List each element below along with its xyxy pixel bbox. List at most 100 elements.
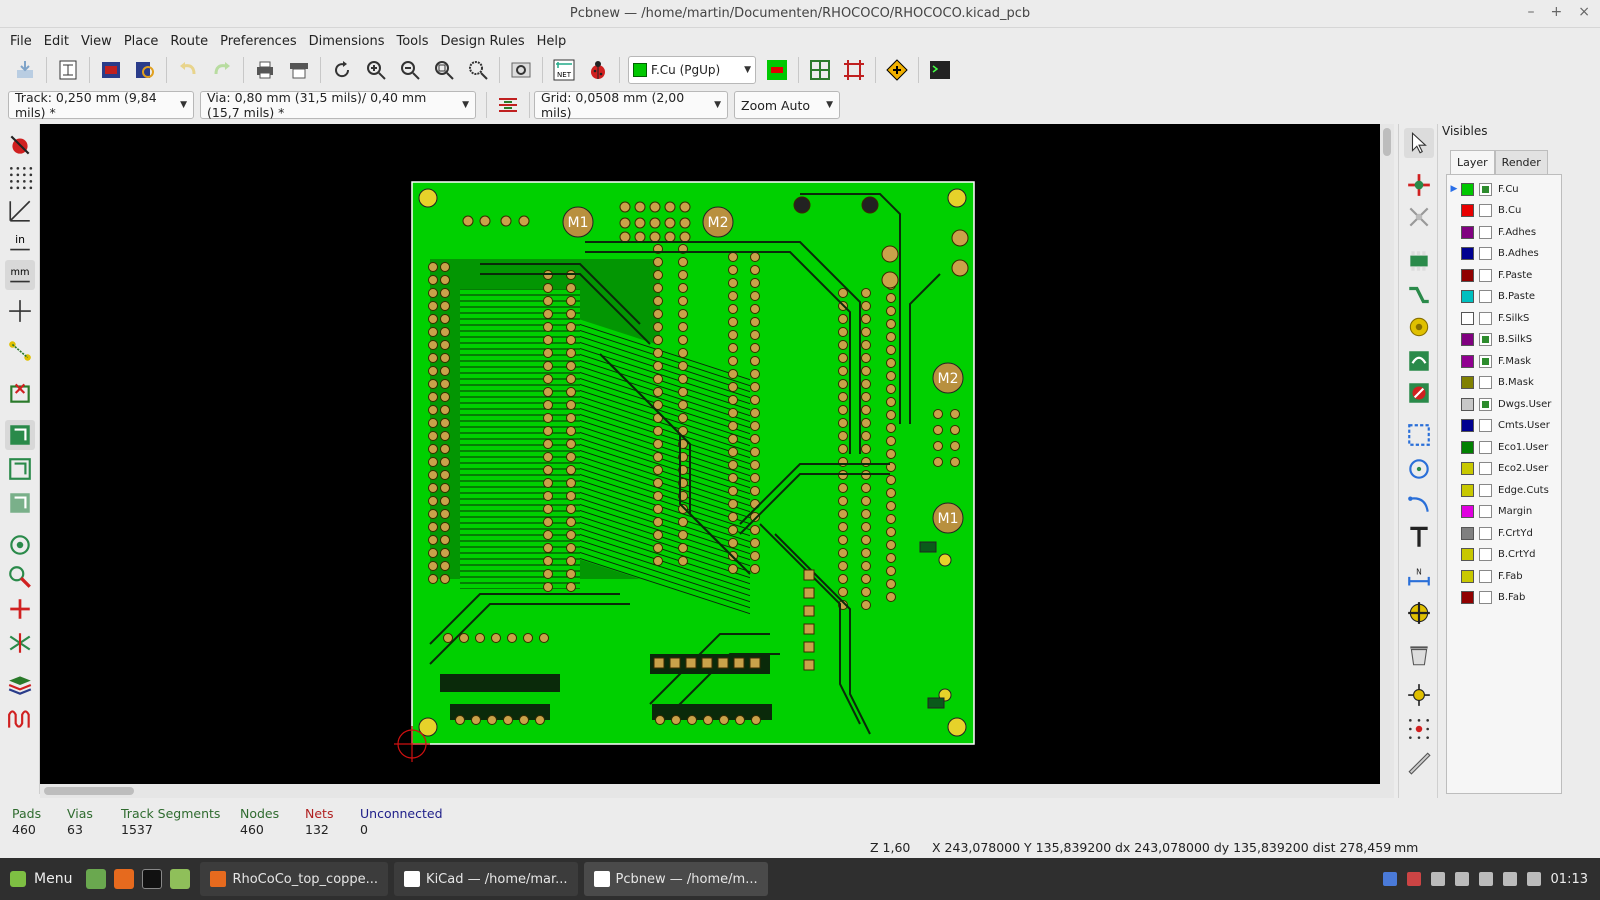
layer-color-swatch[interactable] [1461,182,1474,196]
layer-row[interactable]: F.Paste [1447,265,1563,285]
task-browser[interactable]: RhoCoCo_top_coppe... [200,862,389,896]
layer-color-swatch[interactable] [1461,591,1474,604]
push-router-button[interactable] [882,55,912,85]
vertical-scroll-thumb[interactable] [1383,128,1391,156]
layer-row[interactable]: Cmts.User [1447,416,1563,436]
add-via-button[interactable] [1404,312,1434,342]
add-target-button[interactable] [1404,598,1434,628]
grid-toggle-button[interactable] [5,162,35,192]
auto-track-width-button[interactable] [493,90,523,120]
layer-visibility-checkbox[interactable] [1479,247,1492,260]
layer-row[interactable]: Edge.Cuts [1447,480,1563,500]
layer-color-swatch[interactable] [1461,526,1474,540]
clock[interactable]: 01:13 [1551,872,1588,887]
user-icon[interactable] [1454,872,1469,886]
layer-color-swatch[interactable] [1461,225,1474,239]
files-icon[interactable] [170,869,191,889]
add-zone-button[interactable] [1404,346,1434,376]
route-track-button[interactable] [1404,280,1434,310]
menu-design-rules[interactable]: Design Rules [435,34,531,49]
microwave-tools-button[interactable] [805,55,835,85]
layers-manager-button[interactable] [5,670,35,700]
measure-tool-button[interactable] [1404,748,1434,778]
active-layer-select[interactable]: F.Cu (PgUp) ▼ [628,56,756,84]
add-footprint-button[interactable] [1404,246,1434,276]
layer-visibility-checkbox[interactable] [1479,462,1492,475]
redraw-button[interactable] [327,55,357,85]
page-settings-button[interactable] [53,55,83,85]
layer-row[interactable]: B.CrtYd [1447,545,1563,565]
layer-row[interactable]: Eco1.User [1447,437,1563,457]
layer-color-swatch[interactable] [1461,483,1474,497]
footprint-viewer-button[interactable] [130,55,160,85]
add-keepout-button[interactable] [1404,378,1434,408]
microwave-toolbar-button[interactable] [5,704,35,734]
layer-visibility-checkbox[interactable] [1479,569,1492,583]
polar-coords-button[interactable] [5,196,35,226]
drc-off-button[interactable] [5,130,35,160]
layer-visibility-checkbox[interactable] [1479,333,1492,346]
layer-color-swatch[interactable] [1461,290,1474,303]
layer-row[interactable]: F.CrtYd [1447,523,1563,543]
layer-visibility-checkbox[interactable] [1479,419,1492,432]
zoom-area-button[interactable] [463,55,493,85]
zoom-fit-button[interactable] [429,55,459,85]
tab-layer[interactable]: Layer [1450,150,1495,174]
menu-file[interactable]: File [4,34,38,49]
layer-row[interactable]: F.Mask [1447,351,1563,371]
zoom-in-button[interactable] [361,55,391,85]
layer-row[interactable]: B.Fab [1447,588,1563,608]
menu-place[interactable]: Place [118,34,165,49]
task-kicad[interactable]: KiCad — /home/mar... [394,862,578,896]
battery-icon[interactable] [1526,872,1541,886]
layer-pair-button[interactable] [762,55,792,85]
undo-button[interactable] [173,55,203,85]
layer-row[interactable]: B.Adhes [1447,244,1563,264]
keyboard-layout-icon[interactable] [1406,872,1421,886]
firefox-icon[interactable] [114,869,135,889]
highlight-net-button[interactable] [1404,170,1434,200]
show-zones-button[interactable] [5,420,35,450]
layer-color-swatch[interactable] [1461,462,1474,475]
layer-row[interactable]: F.SilkS [1447,308,1563,328]
task-pcbnew[interactable]: Pcbnew — /home/m... [583,862,768,896]
draw-arc-button[interactable] [1404,488,1434,518]
layer-visibility-checkbox[interactable] [1479,182,1492,196]
layer-row[interactable]: ▶ F.Cu [1447,179,1563,199]
units-inch-button[interactable]: in [5,228,35,258]
track-sketch-button[interactable] [5,594,35,624]
redo-button[interactable] [207,55,237,85]
draw-circle-button[interactable] [1404,454,1434,484]
layer-color-swatch[interactable] [1461,548,1474,561]
find-button[interactable] [506,55,536,85]
layer-color-swatch[interactable] [1461,354,1474,368]
menu-view[interactable]: View [75,34,118,49]
track-width-select[interactable]: Track: 0,250 mm (9,84 mils) * ▼ [8,90,194,120]
layer-row[interactable]: B.Mask [1447,373,1563,393]
layer-color-swatch[interactable] [1461,204,1474,217]
volume-icon[interactable] [1502,872,1517,886]
layer-color-swatch[interactable] [1461,440,1474,454]
minimize-icon[interactable]: – [1528,4,1535,20]
layer-color-swatch[interactable] [1461,247,1474,260]
netlist-button[interactable]: NET [549,55,579,85]
layer-visibility-checkbox[interactable] [1479,311,1492,325]
grid-select[interactable]: Grid: 0,0508 mm (2,00 mils) ▼ [534,90,728,120]
menu-tools[interactable]: Tools [390,34,434,49]
zoom-select[interactable]: Zoom Auto ▼ [734,91,840,119]
layer-visibility-checkbox[interactable] [1479,397,1492,411]
layer-visibility-checkbox[interactable] [1479,548,1492,561]
save-button[interactable] [10,55,40,85]
add-text-button[interactable] [1404,522,1434,552]
layer-visibility-checkbox[interactable] [1479,354,1492,368]
layer-color-swatch[interactable] [1461,311,1474,325]
print-button[interactable] [250,55,280,85]
layer-visibility-checkbox[interactable] [1479,204,1492,217]
menu-dimensions[interactable]: Dimensions [303,34,391,49]
layer-visibility-checkbox[interactable] [1479,526,1492,540]
layer-visibility-checkbox[interactable] [1479,591,1492,604]
layer-color-swatch[interactable] [1461,268,1474,282]
menu-route[interactable]: Route [164,34,214,49]
module-ratsnest-button[interactable] [5,378,35,408]
maximize-icon[interactable]: + [1551,4,1563,20]
